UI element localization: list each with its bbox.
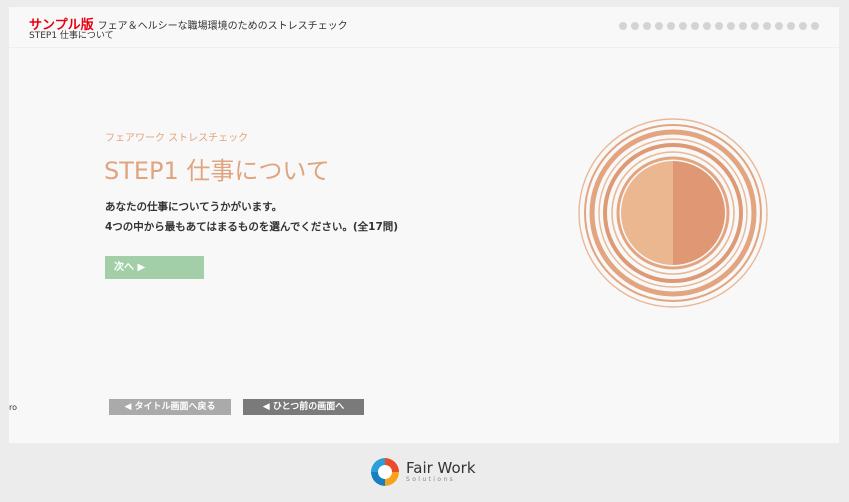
progress-dot xyxy=(643,22,651,30)
main-frame: サンプル版 フェア＆ヘルシーな職場環境のためのストレスチェック STEP1 仕事に… xyxy=(9,7,839,443)
progress-dot xyxy=(787,22,795,30)
stray-mark: ro xyxy=(9,403,18,412)
progress-dot xyxy=(679,22,687,30)
progress-dot xyxy=(799,22,807,30)
next-button[interactable]: 次へ ▶ xyxy=(105,256,204,279)
description: あなたの仕事についてうかがいます。 4つの中から最もあてはまるものを選んでくださ… xyxy=(105,197,398,237)
progress-dot xyxy=(775,22,783,30)
progress-dot xyxy=(727,22,735,30)
progress-dot xyxy=(751,22,759,30)
fair-work-logo-icon xyxy=(371,458,399,486)
progress-dot xyxy=(691,22,699,30)
progress-dot xyxy=(763,22,771,30)
description-line-1: あなたの仕事についてうかがいます。 xyxy=(105,201,283,213)
header-subtitle: フェア＆ヘルシーな職場環境のためのストレスチェック xyxy=(97,21,348,32)
company-logo: Fair Work Solutions xyxy=(370,455,476,489)
page-title: STEP1 仕事について xyxy=(104,157,330,185)
concentric-circles-icon xyxy=(578,118,768,308)
progress-dot xyxy=(811,22,819,30)
progress-dot xyxy=(667,22,675,30)
progress-dot xyxy=(703,22,711,30)
logo-sub-text: Solutions xyxy=(406,476,456,483)
progress-dot xyxy=(739,22,747,30)
progress-dots xyxy=(619,22,819,30)
breadcrumb: STEP1 仕事について xyxy=(29,31,114,41)
previous-screen-button[interactable]: ◀ ひとつ前の画面へ xyxy=(243,399,364,415)
progress-dot xyxy=(631,22,639,30)
back-to-title-button[interactable]: ◀ タイトル画面へ戻る xyxy=(109,399,231,415)
description-line-2: 4つの中から最もあてはまるものを選んでください。(全17問) xyxy=(105,221,399,233)
section-kicker: フェアワーク ストレスチェック xyxy=(105,133,249,144)
progress-dot xyxy=(655,22,663,30)
logo-text: Fair Work Solutions xyxy=(406,461,476,483)
logo-main-text: Fair Work xyxy=(406,459,476,477)
header-bar: サンプル版 フェア＆ヘルシーな職場環境のためのストレスチェック STEP1 仕事に… xyxy=(9,7,839,48)
progress-dot xyxy=(619,22,627,30)
step-emblem-icon xyxy=(577,117,769,309)
progress-dot xyxy=(715,22,723,30)
